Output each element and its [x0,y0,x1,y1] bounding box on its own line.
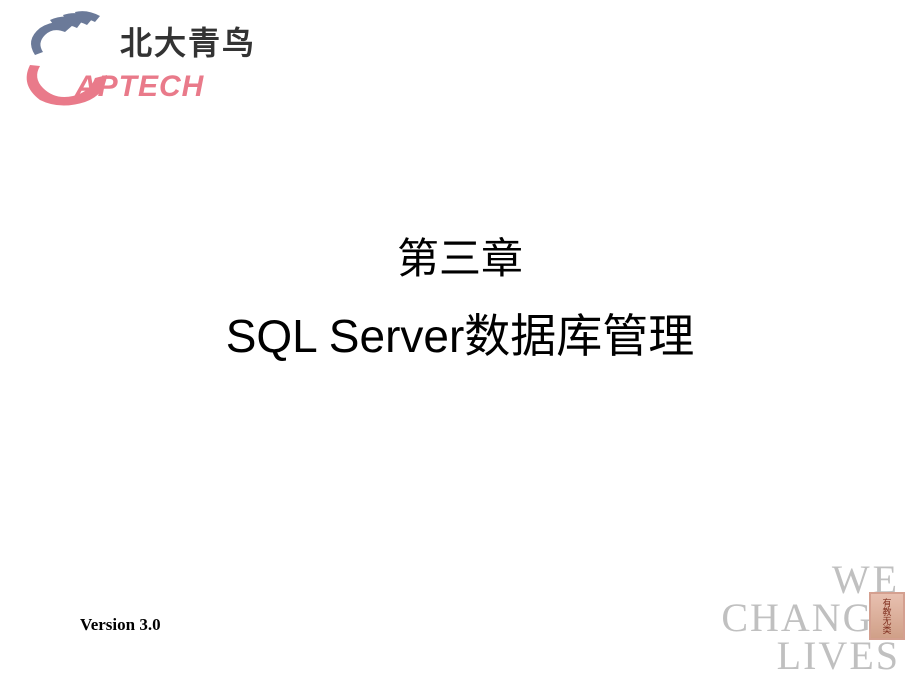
slide-title: SQL Server数据库管理 [0,300,920,366]
chapter-number: 第三章 [0,225,920,286]
tagline-line-3: LIVES [721,637,900,675]
logo-english-text: APTECH [75,70,204,104]
version-label: Version 3.0 [80,615,161,635]
seal-stamp: 有教无类 [869,592,905,640]
logo-area: 北大青鸟 APTECH [15,10,256,110]
logo-chinese-text: 北大青鸟 [120,18,256,64]
